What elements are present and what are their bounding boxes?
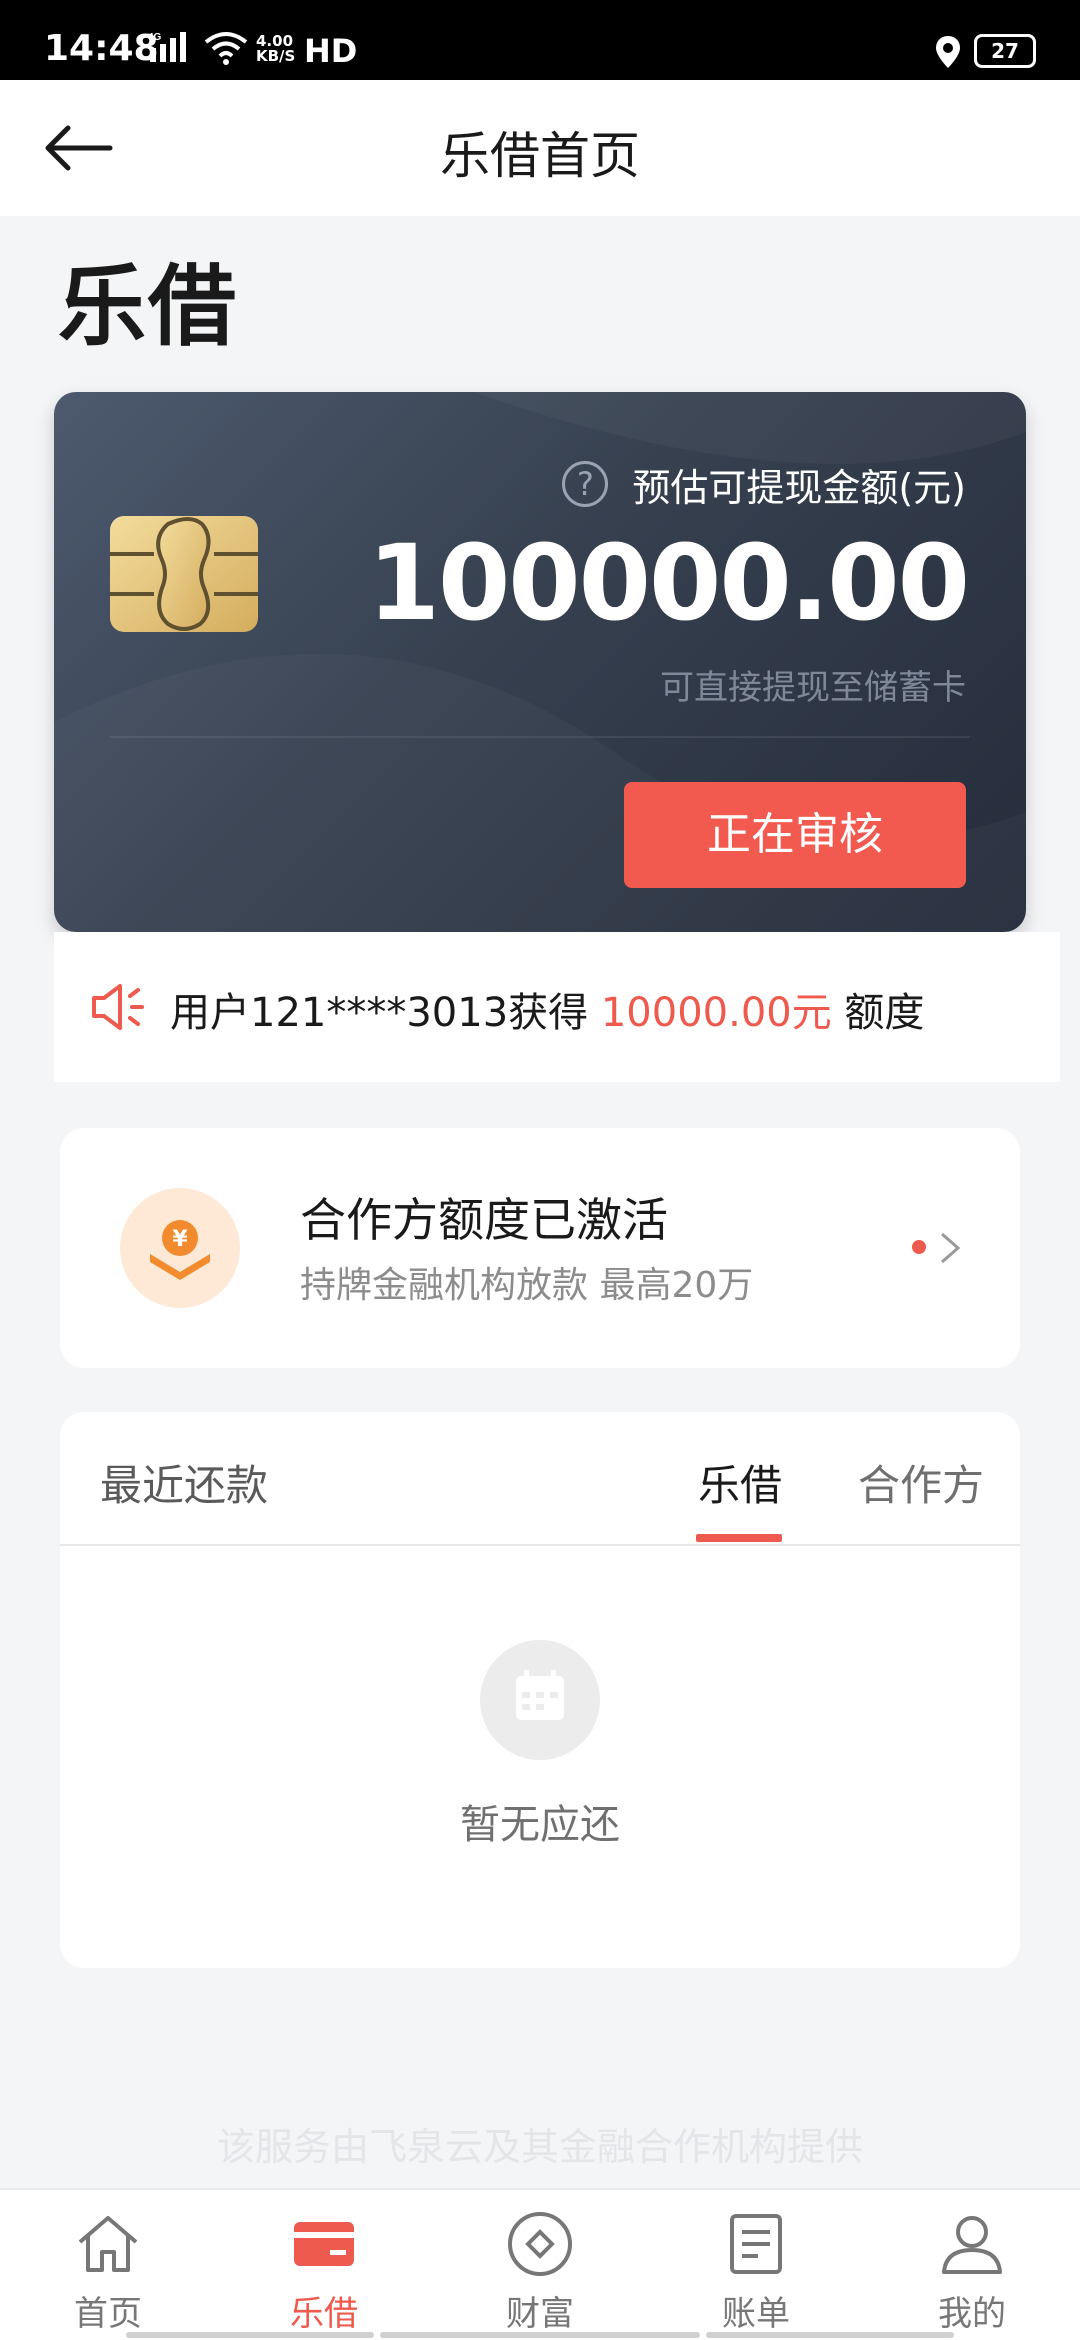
empty-state-text: 暂无应还 (460, 1802, 620, 1848)
battery-indicator: 27 (974, 34, 1036, 68)
card-label: 预估可提现金额(元) (632, 465, 966, 510)
repayment-divider (60, 1544, 1020, 1546)
bottom-tab-bar: 首页 乐借 财富 账单 我的 (0, 2188, 1080, 2340)
partner-quota-card[interactable]: ¥ 合作方额度已激活 持牌金融机构放款 最高20万 (60, 1128, 1020, 1368)
under-review-button[interactable]: 正在审核 (624, 782, 966, 888)
card-label-row: ? 预估可提现金额(元) (562, 458, 966, 510)
network-speed: 4.00 KB/S (256, 32, 296, 65)
tab-partner[interactable]: 合作方 (858, 1452, 984, 1513)
chevron-right-icon (941, 1232, 961, 1264)
question-circle-icon[interactable]: ? (562, 461, 609, 507)
document-icon (730, 2214, 782, 2274)
scroll-indicator-2 (380, 2332, 700, 2338)
megaphone-icon (92, 984, 144, 1030)
hd-indicator: HD (304, 32, 358, 70)
tab-bills[interactable]: 账单 (648, 2190, 864, 2340)
location-icon (936, 36, 960, 68)
card-chip-icon (110, 516, 258, 632)
svg-text:¥: ¥ (172, 1227, 188, 1252)
yuan-hand-icon: ¥ (120, 1188, 240, 1308)
tab-bills-label: 账单 (722, 2294, 790, 2334)
scroll-indicator-3 (706, 2332, 954, 2338)
notice-text: 用户121****3013获得 10000.00元 额度 (170, 990, 925, 1036)
tab-wealth-label: 财富 (506, 2294, 574, 2334)
user-icon (942, 2216, 1002, 2274)
available-amount: 100000.00 (367, 522, 970, 644)
credit-card: ? 预估可提现金额(元) 100000.00 可直接提现至储蓄卡 正在审核 (54, 392, 1026, 932)
calendar-icon (480, 1640, 600, 1760)
home-icon (78, 2216, 138, 2272)
svg-text:4G: 4G (148, 32, 162, 43)
signal-icon: 4G (148, 32, 186, 62)
service-disclaimer: 该服务由飞泉云及其金融合作机构提供 (216, 2125, 863, 2169)
tab-lejie[interactable]: 乐借 (698, 1452, 782, 1513)
active-tab-indicator (696, 1534, 782, 1542)
diamond-circle-icon (508, 2212, 572, 2276)
repayment-title: 最近还款 (100, 1461, 269, 1510)
nav-bar: 乐借首页 (0, 80, 1080, 216)
status-time: 14:48 (44, 28, 159, 69)
wifi-icon (204, 32, 248, 65)
page-title: 乐借首页 (440, 127, 640, 185)
notice-banner: 用户121****3013获得 10000.00元 额度 (54, 932, 1060, 1082)
status-bar: 14:48 4G 4.00 KB/S HD 27 (0, 0, 1080, 80)
tab-lejie-bottom[interactable]: 乐借 (216, 2190, 432, 2340)
tab-home-label: 首页 (74, 2294, 142, 2334)
tab-mine[interactable]: 我的 (864, 2190, 1080, 2340)
tab-home[interactable]: 首页 (0, 2190, 216, 2340)
partner-title: 合作方额度已激活 (300, 1193, 668, 1247)
page-heading: 乐借 (58, 255, 239, 358)
notice-amount: 10000.00元 (600, 990, 832, 1036)
tab-wealth[interactable]: 财富 (432, 2190, 648, 2340)
recent-repayment-card: 最近还款 乐借 合作方 暂无应还 (60, 1412, 1020, 1968)
tab-mine-label: 我的 (938, 2294, 1006, 2334)
notification-dot (912, 1240, 926, 1254)
scroll-indicator (126, 2332, 374, 2338)
tab-lejie-label: 乐借 (290, 2294, 358, 2334)
card-divider (110, 736, 970, 738)
card-icon (294, 2222, 354, 2266)
card-subtitle: 可直接提现至储蓄卡 (660, 668, 966, 708)
partner-subtitle: 持牌金融机构放款 最高20万 (300, 1265, 754, 1306)
